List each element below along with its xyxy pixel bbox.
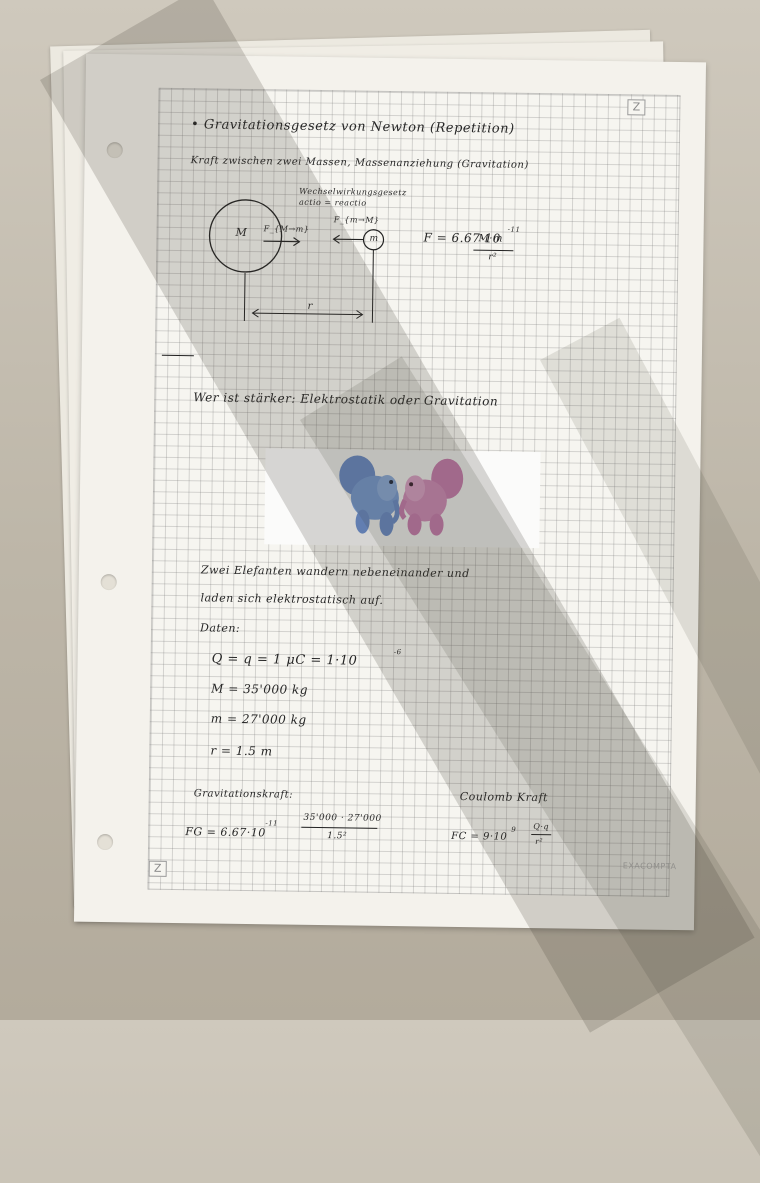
formula-denominator: r² (488, 252, 497, 262)
data-charge-exp: -6 (394, 648, 402, 656)
formula-exp: -11 (508, 226, 521, 234)
data-label: Daten: (200, 621, 240, 635)
data-distance: r = 1.5 m (210, 744, 272, 759)
notebook-page: Z Z EXACOMPTA • Gravitationsgesetz von N… (74, 54, 706, 931)
coulomb-exp: 9 (511, 826, 516, 834)
elephants-image (264, 448, 540, 548)
gravity-numerator: 35'000 · 27'000 (303, 813, 381, 824)
elephants-sticker (264, 448, 540, 548)
coulomb-numerator: Q·q (533, 822, 549, 831)
brand-mark: EXACOMPTA (623, 861, 677, 871)
punch-hole-2 (101, 574, 117, 590)
force-small-label: F_{m→M} (334, 215, 380, 225)
data-charge: Q = q = 1 μC = 1·10 (212, 652, 358, 669)
corner-mark-icon: Z (627, 99, 645, 115)
mass-big-label: M (236, 226, 248, 239)
gravitation-diagram (202, 180, 564, 335)
gravity-denominator: 1.5² (327, 831, 347, 841)
gravity-title: Gravitationskraft: (194, 788, 293, 800)
diagram-label-2: actio = reactio (299, 198, 367, 208)
data-mass-small: m = 27'000 kg (211, 712, 307, 727)
punch-hole-1 (107, 142, 123, 158)
punch-hole-3 (97, 834, 113, 850)
force-big-label: F_{M→m} (264, 224, 310, 234)
problem-line-2: laden sich elektrostatisch auf. (200, 591, 383, 607)
data-mass-big: M = 35'000 kg (211, 682, 308, 697)
coulomb-lhs: FC = 9·10 (451, 831, 507, 843)
formula-numerator: M·m (478, 233, 503, 244)
diagram-label-1: Wechselwirkungsgesetz (299, 187, 407, 198)
coulomb-denominator: r² (535, 837, 543, 846)
coulomb-title: Coulomb Kraft (460, 790, 548, 804)
gravity-exp: -11 (265, 819, 278, 827)
distance-label: r (308, 301, 313, 312)
gravity-lhs: FG = 6.67·10 (185, 825, 266, 839)
corner-mark-icon-bottom: Z (149, 861, 167, 877)
mass-small-label: m (369, 234, 378, 244)
